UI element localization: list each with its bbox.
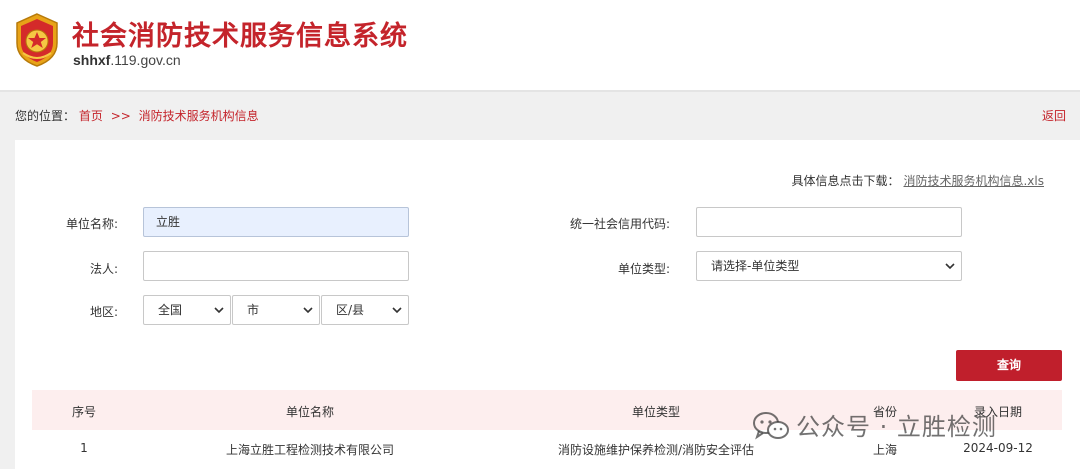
header-divider: [0, 90, 1080, 92]
chevron-down-icon: [392, 307, 402, 314]
column-header-unit-type: 单位类型: [631, 405, 681, 419]
cell-index: 1: [80, 441, 88, 455]
province-select[interactable]: 全国: [143, 295, 231, 325]
fire-emblem-icon: [16, 13, 58, 67]
site-domain: shhxf.119.gov.cn: [73, 52, 181, 68]
district-selected: 区/县: [336, 303, 365, 317]
back-link[interactable]: 返回: [1042, 107, 1066, 124]
region-label: 地区:: [89, 305, 118, 319]
watermark-text: 公众号 · 立胜检测: [796, 413, 997, 441]
breadcrumb-prefix: 您的位置：: [15, 109, 76, 123]
site-header: 社会消防技术服务信息系统 shhxf.119.gov.cn: [0, 0, 1080, 90]
download-area: 具体信息点击下载： 消防技术服务机构信息.xls: [791, 172, 1044, 189]
site-title: 社会消防技术服务信息系统: [72, 21, 408, 52]
legal-person-input[interactable]: [143, 251, 409, 281]
city-select[interactable]: 市: [232, 295, 320, 325]
cell-unit-type: 消防设施维护保养检测/消防安全评估: [557, 443, 755, 457]
breadcrumb-separator: >>: [110, 109, 131, 123]
chevron-down-icon: [945, 263, 955, 270]
city-selected: 市: [247, 303, 260, 317]
unit-name-label: 单位名称:: [65, 217, 118, 231]
cell-entry-date: 2024-09-12: [963, 441, 1033, 455]
cell-province: 上海: [872, 443, 898, 457]
column-header-unit-name: 单位名称: [285, 405, 335, 419]
download-label: 具体信息点击下载：: [791, 174, 900, 188]
unit-type-selected: 请选择-单位类型: [711, 259, 800, 273]
chevron-down-icon: [214, 307, 224, 314]
query-button[interactable]: 查询: [956, 350, 1062, 381]
unit-type-select[interactable]: 请选择-单位类型: [696, 251, 962, 281]
unit-type-label: 单位类型:: [617, 262, 670, 276]
unit-name-input[interactable]: 立胜: [143, 207, 409, 237]
legal-person-label: 法人:: [89, 262, 118, 276]
province-selected: 全国: [158, 303, 183, 317]
district-select[interactable]: 区/县: [321, 295, 409, 325]
download-file-link[interactable]: 消防技术服务机构信息.xls: [903, 174, 1044, 188]
breadcrumb-home-link[interactable]: 首页: [79, 109, 103, 123]
chevron-down-icon: [303, 307, 313, 314]
breadcrumb: 您的位置： 首页 >> 消防技术服务机构信息: [15, 107, 259, 124]
cell-unit-name[interactable]: 上海立胜工程检测技术有限公司: [226, 441, 394, 458]
wechat-icon: [753, 412, 789, 440]
credit-code-label: 统一社会信用代码:: [569, 217, 670, 231]
credit-code-input[interactable]: [696, 207, 962, 237]
column-header-index: 序号: [71, 405, 97, 419]
breadcrumb-current[interactable]: 消防技术服务机构信息: [139, 109, 259, 123]
